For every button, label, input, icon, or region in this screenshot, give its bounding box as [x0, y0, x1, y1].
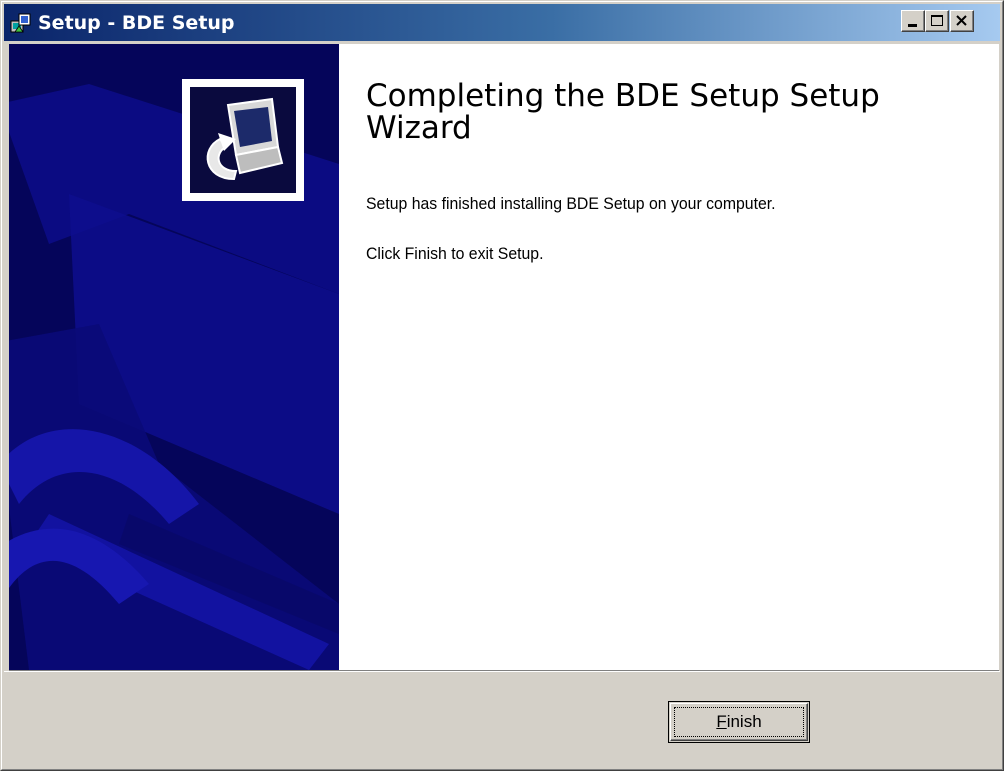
title-bar[interactable]: Setup - BDE Setup	[4, 4, 1000, 41]
close-button[interactable]	[950, 10, 974, 32]
wizard-button-bar: Finish	[4, 671, 1000, 768]
minimize-button[interactable]	[901, 10, 925, 32]
exit-instruction: Click Finish to exit Setup.	[366, 244, 544, 263]
completion-message: Setup has finished installing BDE Setup …	[366, 194, 776, 213]
finish-button[interactable]: Finish	[668, 701, 810, 743]
wizard-heading: Completing the BDE Setup Setup Wizard	[366, 78, 880, 146]
window-title: Setup - BDE Setup	[38, 12, 235, 34]
maximize-icon	[931, 15, 943, 26]
maximize-button[interactable]	[925, 10, 949, 32]
wizard-page: Completing the BDE Setup Setup Wizard Se…	[9, 44, 999, 671]
computer-install-icon	[190, 87, 296, 193]
wizard-logo	[182, 79, 304, 201]
setup-installer-icon	[10, 13, 31, 33]
close-icon	[956, 15, 967, 26]
minimize-icon	[908, 24, 917, 27]
finish-access-key: F	[716, 712, 727, 731]
finish-button-label: Finish	[669, 712, 809, 732]
setup-window: Setup - BDE Setup Completing the BDE Set…	[0, 0, 1004, 771]
finish-label-rest: inish	[726, 712, 762, 731]
wizard-side-banner	[9, 44, 339, 670]
